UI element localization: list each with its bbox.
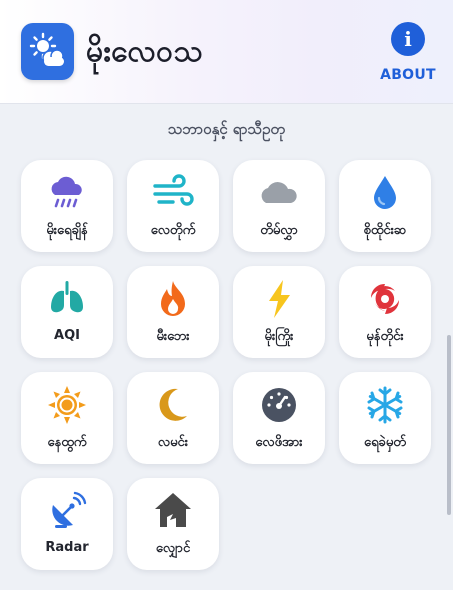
wind-icon: [153, 174, 194, 206]
tile-cyclone[interactable]: မုန်တိုင်း: [339, 266, 431, 358]
tile-label: မိုးရေချိန်: [46, 223, 88, 238]
shelter-icon: [155, 493, 191, 527]
about-button[interactable]: i ABOUT: [378, 22, 438, 88]
tile-label: လေတိုက်: [150, 223, 196, 238]
tile-label: လျှောင်: [155, 541, 191, 556]
app-logo: [21, 23, 74, 80]
tile-label: တိမ်လွှာ: [260, 223, 298, 238]
tile-label: ရေခဲမှတ်: [364, 435, 406, 450]
section-title: သဘာဝနှင့် ရာသီဥတု: [167, 120, 286, 138]
tile-sunrise[interactable]: နေထွက်: [21, 372, 113, 464]
weather-logo-icon: [29, 32, 64, 66]
tile-pressure[interactable]: လေဖိအား: [233, 372, 325, 464]
tile-wind[interactable]: လေတိုက်: [127, 160, 219, 252]
tile-label: မုန်တိုင်း: [366, 329, 404, 344]
scrollbar[interactable]: [447, 335, 451, 515]
tile-label: AQI: [54, 328, 80, 343]
lungs-icon: [51, 281, 83, 313]
tile-lightning[interactable]: မိုးကြိုး: [233, 266, 325, 358]
app-title: မိုးလေဝသ: [86, 34, 204, 69]
tile-aqi[interactable]: AQI: [21, 266, 113, 358]
tile-label: လမင်း: [157, 435, 189, 450]
tile-rainfall[interactable]: မိုးရေချိန်: [21, 160, 113, 252]
lightning-icon: [269, 280, 290, 318]
tile-radar[interactable]: Radar: [21, 478, 113, 570]
info-icon[interactable]: i: [391, 22, 425, 56]
tile-cloud[interactable]: တိမ်လွှာ: [233, 160, 325, 252]
barometer-icon: [262, 388, 296, 422]
tile-label: စိုထိုင်းဆ: [363, 223, 407, 238]
radar-dish-icon: [52, 491, 87, 528]
snowflake-icon: [367, 386, 403, 424]
tile-label: လေဖိအား: [255, 435, 303, 450]
tile-humidity[interactable]: စိုထိုင်းဆ: [339, 160, 431, 252]
moon-icon: [159, 388, 187, 421]
app-header: မိုးလေဝသ i ABOUT: [0, 0, 453, 104]
about-label[interactable]: ABOUT: [380, 67, 436, 83]
cloud-icon: [261, 182, 297, 203]
water-drop-icon: [374, 176, 396, 209]
rain-cloud-icon: [51, 176, 82, 208]
tile-label: နေထွက်: [47, 435, 87, 450]
tile-label: မီးဘေး: [156, 329, 190, 344]
tile-freezing[interactable]: ရေခဲမှတ်: [339, 372, 431, 464]
tile-label: Radar: [45, 540, 89, 555]
sun-icon: [48, 386, 86, 424]
tile-moon[interactable]: လမင်း: [127, 372, 219, 464]
tile-label: မိုးကြိုး: [264, 329, 294, 344]
cyclone-icon: [371, 284, 399, 314]
fire-icon: [161, 281, 185, 316]
tile-fire[interactable]: မီးဘေး: [127, 266, 219, 358]
tile-shelter[interactable]: လျှောင်: [127, 478, 219, 570]
